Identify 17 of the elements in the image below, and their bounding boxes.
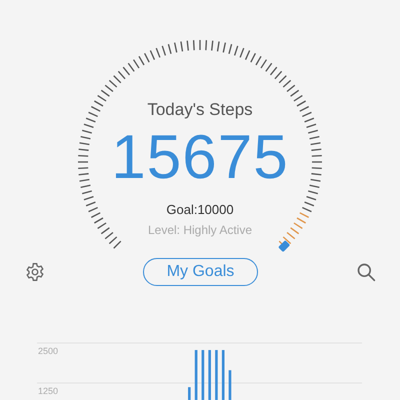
activity-level: Level: Highly Active — [148, 223, 252, 237]
axis-label: 2500 — [38, 346, 58, 356]
chart-bar — [208, 350, 211, 400]
chart-bar — [215, 350, 218, 400]
settings-icon[interactable] — [25, 262, 45, 282]
step-count: 15675 — [111, 126, 289, 190]
gauge-title: Today's Steps — [147, 100, 253, 120]
my-goals-button[interactable]: My Goals — [143, 258, 258, 286]
chart-bar — [228, 370, 232, 400]
search-icon[interactable] — [356, 262, 376, 282]
goal-text: Goal:10000 — [166, 202, 234, 218]
chart-bar — [194, 350, 198, 400]
chart-bar — [188, 387, 191, 400]
chart-bar — [202, 350, 204, 400]
chart-bar — [222, 350, 224, 400]
axis-label: 1250 — [38, 386, 58, 396]
level-marker — [278, 240, 290, 252]
